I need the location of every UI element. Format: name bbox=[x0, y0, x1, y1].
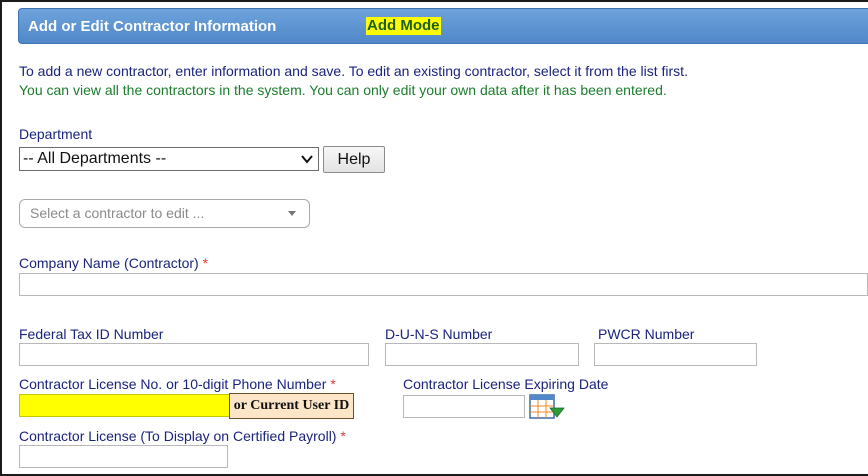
department-label: Department bbox=[19, 126, 93, 142]
dropdown-arrow-icon bbox=[288, 211, 296, 216]
license-phone-input[interactable] bbox=[19, 394, 231, 417]
company-name-label: Company Name (Contractor) * bbox=[19, 255, 208, 271]
section-header: Add or Edit Contractor Information Add M… bbox=[18, 8, 868, 44]
license-expiring-date-input[interactable] bbox=[403, 395, 525, 418]
permission-note: You can view all the contractors in the … bbox=[19, 82, 667, 98]
license-phone-label: Contractor License No. or 10-digit Phone… bbox=[19, 376, 336, 392]
license-display-input[interactable] bbox=[19, 445, 228, 468]
department-selected-value: -- All Departments -- bbox=[23, 150, 167, 167]
company-name-label-text: Company Name (Contractor) bbox=[19, 255, 199, 271]
section-title: Add or Edit Contractor Information bbox=[28, 18, 277, 35]
license-display-label: Contractor License (To Display on Certif… bbox=[19, 428, 346, 444]
department-select[interactable]: -- All Departments -- bbox=[19, 147, 319, 171]
chevron-down-icon bbox=[301, 155, 313, 164]
license-expiring-label: Contractor License Expiring Date bbox=[403, 376, 609, 392]
duns-label: D-U-N-S Number bbox=[385, 326, 493, 342]
federal-tax-id-label: Federal Tax ID Number bbox=[19, 326, 164, 342]
pwcr-label: PWCR Number bbox=[598, 326, 695, 342]
help-button[interactable]: Help bbox=[323, 146, 385, 173]
license-display-label-text: Contractor License (To Display on Certif… bbox=[19, 428, 337, 444]
instruction-text: To add a new contractor, enter informati… bbox=[19, 63, 688, 79]
user-id-tooltip: or Current User ID bbox=[229, 393, 354, 419]
required-marker: * bbox=[340, 428, 346, 444]
license-phone-label-text: Contractor License No. or 10-digit Phone… bbox=[19, 376, 327, 392]
required-marker: * bbox=[202, 255, 209, 271]
mode-badge: Add Mode bbox=[366, 17, 441, 35]
pwcr-input[interactable] bbox=[594, 343, 757, 366]
calendar-icon[interactable] bbox=[529, 394, 565, 420]
contractor-select[interactable]: Select a contractor to edit ... bbox=[19, 199, 310, 228]
duns-input[interactable] bbox=[385, 343, 579, 366]
company-name-input[interactable] bbox=[19, 273, 868, 296]
contractor-select-placeholder: Select a contractor to edit ... bbox=[30, 205, 205, 221]
federal-tax-id-input[interactable] bbox=[19, 343, 369, 366]
required-marker: * bbox=[330, 376, 336, 392]
